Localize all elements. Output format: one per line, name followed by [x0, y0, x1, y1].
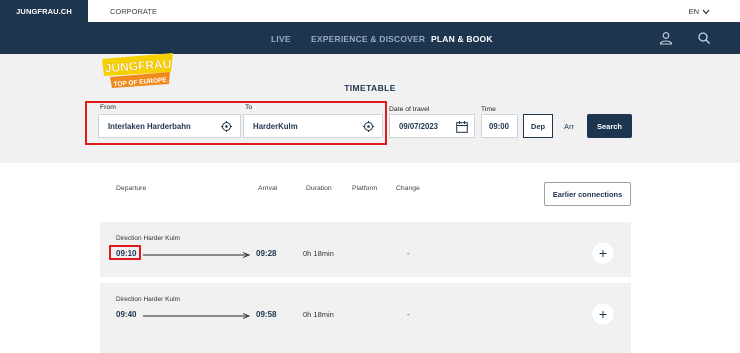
date-value: 09/07/2023 — [399, 121, 439, 131]
arrival-toggle-button[interactable]: Arr — [556, 114, 582, 138]
chevron-down-icon — [702, 9, 710, 14]
top-bar: JUNGFRAU.CH CORPORATE EN — [0, 0, 740, 22]
column-header-departure: Departure — [116, 185, 147, 192]
column-header-change: Change — [396, 185, 420, 192]
connection-change: - — [407, 310, 410, 319]
date-field[interactable]: 09/07/2023 — [389, 114, 475, 138]
search-icon[interactable] — [697, 31, 711, 45]
nav-item-plan-book[interactable]: PLAN & BOOK — [431, 34, 493, 44]
time-field[interactable]: 09:00 — [481, 114, 518, 138]
connection-arrival-time: 09:28 — [256, 249, 277, 258]
earlier-connections-button[interactable]: Earlier connections — [544, 182, 631, 206]
arrow-right-icon — [143, 313, 250, 319]
from-to-highlight — [85, 101, 387, 145]
connection-row[interactable]: Direction Harder Kulm 09:10 09:28 0h 18m… — [100, 222, 631, 277]
plus-icon: + — [598, 245, 608, 261]
site-tab-jungfrau[interactable]: JUNGFRAU.CH — [0, 0, 88, 22]
date-label: Date of travel — [389, 106, 430, 113]
arrow-right-icon — [143, 252, 250, 258]
connection-arrival-time: 09:58 — [256, 310, 277, 319]
nav-item-experience-discover[interactable]: EXPERIENCE & DISCOVER — [311, 34, 425, 44]
plus-icon: + — [598, 306, 608, 322]
language-label: EN — [688, 7, 699, 16]
expand-connection-button[interactable]: + — [592, 242, 614, 264]
corporate-link[interactable]: CORPORATE — [110, 7, 157, 16]
connection-direction: Direction Harder Kulm — [116, 296, 180, 303]
connection-direction: Direction Harder Kulm — [116, 235, 180, 242]
connection-change: - — [407, 249, 410, 258]
page-title: TIMETABLE — [344, 83, 396, 93]
expand-connection-button[interactable]: + — [592, 303, 614, 325]
departure-toggle-button[interactable]: Dep — [523, 114, 553, 138]
user-icon[interactable] — [659, 31, 673, 45]
language-selector[interactable]: EN — [689, 7, 710, 16]
search-button[interactable]: Search — [587, 114, 632, 138]
column-header-duration: Duration — [306, 185, 332, 192]
connection-duration: 0h 18min — [303, 310, 334, 319]
column-header-arrival: Arrival — [258, 185, 278, 192]
main-nav: LIVE EXPERIENCE & DISCOVER PLAN & BOOK — [0, 22, 740, 54]
column-header-platform: Platform — [352, 185, 378, 192]
time-label: Time — [481, 106, 496, 113]
time-value: 09:00 — [489, 121, 509, 131]
departure-time-highlight — [109, 245, 141, 260]
calendar-icon[interactable] — [456, 121, 468, 133]
nav-item-live[interactable]: LIVE — [271, 34, 291, 44]
connection-departure-time: 09:40 — [116, 310, 137, 319]
connection-duration: 0h 18min — [303, 249, 334, 258]
connection-row[interactable]: Direction Harder Kulm 09:40 09:58 0h 18m… — [100, 283, 631, 353]
